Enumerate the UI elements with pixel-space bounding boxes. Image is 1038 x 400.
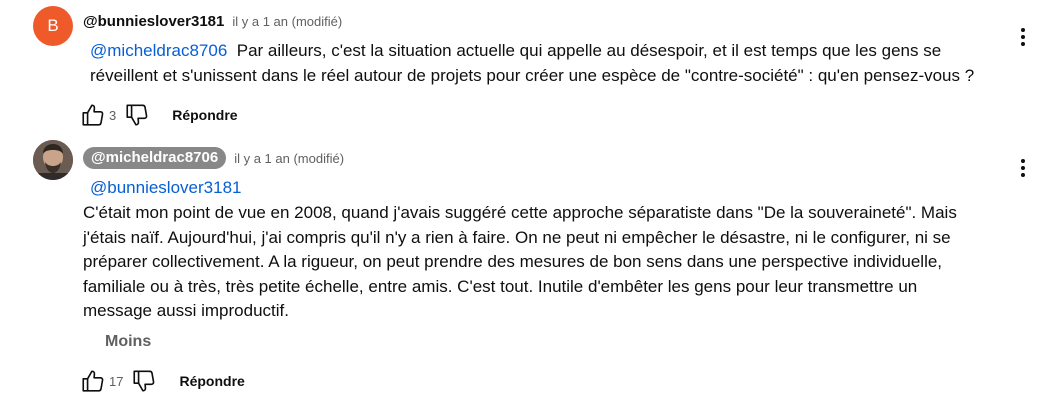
comment-text: @micheldrac8706 Par ailleurs, c'est la s…	[90, 39, 995, 88]
dislike-button[interactable]	[124, 102, 150, 128]
comment-action-bar: 3 Répondre	[80, 99, 238, 131]
comment-author-pill[interactable]: @micheldrac8706	[83, 147, 227, 169]
more-vertical-icon	[1021, 159, 1025, 177]
comment-mention-line: @bunnieslover3181	[90, 176, 995, 201]
comment-header: @bunnieslover3181 il y a 1 an (modifié)	[83, 9, 342, 33]
comment-author[interactable]: @bunnieslover3181	[83, 13, 224, 30]
thumbs-down-icon	[126, 104, 148, 126]
reply-button[interactable]: Répondre	[179, 373, 244, 389]
avatar[interactable]: B	[33, 6, 73, 46]
comment-menu-button[interactable]	[1011, 156, 1035, 180]
like-count: 17	[109, 373, 124, 389]
thumbs-up-icon	[82, 370, 104, 392]
more-vertical-icon	[1021, 28, 1025, 46]
avatar[interactable]	[33, 140, 73, 180]
comment-header: @micheldrac8706 il y a 1 an (modifié)	[83, 146, 344, 170]
reply-button[interactable]: Répondre	[172, 107, 237, 123]
dislike-button[interactable]	[131, 368, 157, 394]
comment-thread-item: B @bunnieslover3181 il y a 1 an (modifié…	[0, 0, 1038, 140]
comment-menu-button[interactable]	[1011, 25, 1035, 49]
like-button[interactable]	[80, 368, 106, 394]
avatar-photo-icon	[33, 140, 73, 180]
comment-timestamp[interactable]: il y a 1 an (modifié)	[232, 14, 342, 29]
comment-thread-item: @micheldrac8706 il y a 1 an (modifié) @b…	[0, 140, 1038, 400]
like-button[interactable]	[80, 102, 106, 128]
thumbs-down-icon	[133, 370, 155, 392]
comment-action-bar: 17 Répondre	[80, 365, 245, 397]
comment-timestamp[interactable]: il y a 1 an (modifié)	[234, 151, 344, 166]
thumbs-up-icon	[82, 104, 104, 126]
comment-mention-link[interactable]: @micheldrac8706	[90, 41, 227, 60]
like-count: 3	[109, 107, 117, 123]
show-less-button[interactable]: Moins	[105, 333, 151, 351]
comment-body: C'était mon point de vue en 2008, quand …	[83, 203, 957, 320]
comment-mention-link[interactable]: @bunnieslover3181	[90, 178, 241, 197]
